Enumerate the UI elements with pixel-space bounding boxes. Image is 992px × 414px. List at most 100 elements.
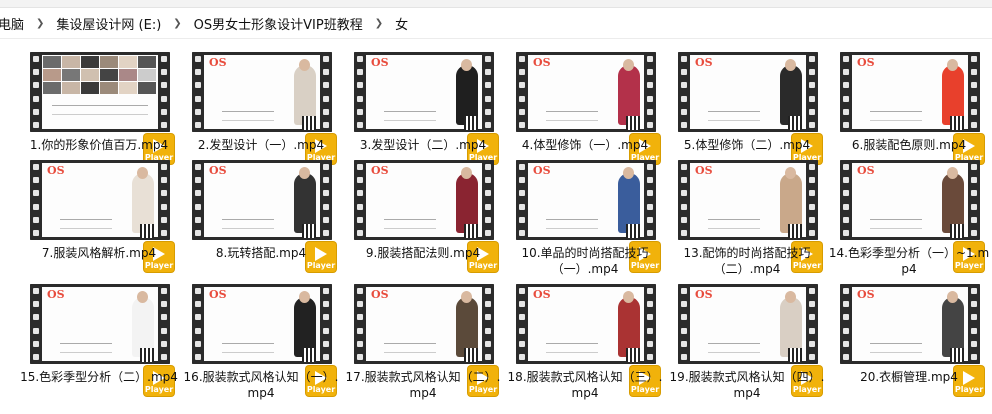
qr-code-icon — [302, 116, 316, 130]
file-name[interactable]: 10.单品的时尚搭配技巧（一）.mp4 — [504, 245, 666, 277]
file-item[interactable]: OS Player 2.发型设计（一）.mp4 — [186, 50, 336, 164]
model-head — [461, 291, 472, 303]
file-name[interactable]: 19.服装款式风格认知（四）.mp4 — [666, 369, 828, 401]
film-perforation-right — [482, 284, 494, 364]
video-thumbnail[interactable]: OS — [30, 160, 170, 240]
video-thumbnail[interactable]: OS — [354, 160, 494, 240]
file-item[interactable]: OS Player 6.服装配色原则.mp4 — [834, 50, 984, 164]
file-name[interactable]: 6.服装配色原则.mp4 — [828, 137, 990, 153]
qr-code-icon — [302, 224, 316, 238]
breadcrumb-course-folder[interactable]: OS男女士形象设计VIP班教程 — [190, 14, 367, 33]
file-item[interactable]: OS Player 5.体型修饰（二）.mp4 — [672, 50, 822, 164]
ribbon-strip — [0, 0, 992, 8]
video-thumbnail[interactable]: OS — [840, 160, 980, 240]
file-name[interactable]: 13.配饰的时尚搭配技巧（二）.mp4 — [666, 245, 828, 277]
video-thumbnail[interactable]: OS — [30, 284, 170, 364]
text-lines — [52, 105, 148, 115]
video-thumbnail[interactable]: OS — [840, 284, 980, 364]
file-name[interactable]: 1.你的形象价值百万.mp4 — [18, 137, 180, 153]
brand-mark: OS — [695, 56, 713, 69]
film-perforation-left — [678, 52, 690, 132]
film-perforation-left — [840, 52, 852, 132]
file-item[interactable]: OS Player 9.服装搭配法则.mp4 — [348, 158, 498, 272]
video-thumbnail[interactable]: OS — [840, 52, 980, 132]
file-item[interactable]: OS Player 20.衣橱管理.mp4 — [834, 282, 984, 396]
text-lines — [870, 111, 922, 121]
chevron-right-icon[interactable]: ❯ — [367, 18, 391, 29]
film-perforation-left — [516, 52, 528, 132]
text-lines — [708, 111, 760, 121]
player-label: Player — [144, 385, 174, 394]
file-item[interactable]: OS Player 10.单品的时尚搭配技巧（一）.mp4 — [510, 158, 660, 276]
model-head — [623, 167, 634, 179]
film-perforation-left — [30, 160, 42, 240]
video-thumbnail[interactable]: OS — [516, 284, 656, 364]
breadcrumb-drive[interactable]: 集设屋设计网 (E:) — [52, 14, 165, 33]
file-item[interactable]: OS Player 13.配饰的时尚搭配技巧（二）.mp4 — [672, 158, 822, 276]
file-item[interactable]: OS Player 15.色彩季型分析（二）.mp4 — [20, 282, 178, 396]
file-name[interactable]: 7.服装风格解析.mp4 — [18, 245, 180, 261]
film-perforation-right — [644, 160, 656, 240]
breadcrumb-current-folder[interactable]: 女 — [391, 14, 412, 33]
brand-mark: OS — [857, 288, 875, 301]
text-lines — [870, 219, 922, 229]
player-label: Player — [954, 385, 984, 394]
file-item[interactable]: OS Player 3.发型设计（二）.mp4 — [348, 50, 498, 164]
video-thumbnail[interactable]: OS — [192, 284, 332, 364]
file-item[interactable]: OS Player 19.服装款式风格认知（四）.mp4 — [670, 282, 824, 400]
video-thumbnail[interactable]: OS — [678, 284, 818, 364]
text-lines — [546, 219, 598, 229]
file-item[interactable]: OS Player 16.服装款式风格认知（一）.mp4 — [184, 282, 338, 400]
video-thumbnail[interactable]: OS — [678, 160, 818, 240]
text-lines — [546, 111, 598, 121]
file-item[interactable]: OS Player 18.服装款式风格认知（三）.mp4 — [508, 282, 662, 400]
qr-code-icon — [140, 348, 154, 362]
address-bar[interactable]: 电脑 ❯ 集设屋设计网 (E:) ❯ OS男女士形象设计VIP班教程 ❯ 女 — [0, 8, 992, 39]
file-item[interactable]: Player 1.你的形象价值百万.mp4 — [24, 50, 174, 164]
file-item[interactable]: OS Player 14.色彩季型分析（一）~1.mp4 — [829, 158, 989, 276]
brand-mark: OS — [533, 164, 551, 177]
breadcrumb-computer[interactable]: 电脑 — [0, 14, 28, 33]
video-thumbnail[interactable]: OS — [192, 52, 332, 132]
file-item[interactable]: OS Player 7.服装风格解析.mp4 — [24, 158, 174, 272]
video-thumbnail[interactable] — [30, 52, 170, 132]
file-item[interactable]: OS Player 8.玩转搭配.mp4 — [186, 158, 336, 272]
file-name[interactable]: 4.体型修饰（一）.mp4 — [504, 137, 666, 153]
model-head — [785, 291, 796, 303]
video-thumbnail[interactable]: OS — [678, 52, 818, 132]
file-name[interactable]: 16.服装款式风格认知（一）.mp4 — [180, 369, 342, 401]
file-name[interactable]: 17.服装款式风格认知（二）.mp4 — [342, 369, 504, 401]
player-label: Player — [306, 261, 336, 270]
video-thumbnail[interactable]: OS — [516, 52, 656, 132]
brand-mark: OS — [209, 56, 227, 69]
video-thumbnail[interactable]: OS — [192, 160, 332, 240]
file-name[interactable]: 5.体型修饰（二）.mp4 — [666, 137, 828, 153]
video-thumbnail[interactable]: OS — [354, 284, 494, 364]
brand-mark: OS — [695, 288, 713, 301]
text-lines — [384, 111, 436, 121]
file-name[interactable]: 2.发型设计（一）.mp4 — [180, 137, 342, 153]
file-name[interactable]: 18.服装款式风格认知（三）.mp4 — [504, 369, 666, 401]
file-name[interactable]: 8.玩转搭配.mp4 — [180, 245, 342, 261]
qr-code-icon — [626, 348, 640, 362]
model-head — [785, 59, 796, 71]
file-item[interactable]: OS Player 4.体型修饰（一）.mp4 — [510, 50, 660, 164]
film-perforation-left — [678, 284, 690, 364]
file-name[interactable]: 14.色彩季型分析（一）~1.mp4 — [828, 245, 990, 277]
file-name[interactable]: 15.色彩季型分析（二）.mp4 — [18, 369, 180, 385]
video-thumbnail[interactable]: OS — [354, 52, 494, 132]
model-head — [461, 59, 472, 71]
file-name[interactable]: 20.衣橱管理.mp4 — [828, 369, 990, 385]
file-name[interactable]: 3.发型设计（二）.mp4 — [342, 137, 504, 153]
qr-code-icon — [464, 116, 478, 130]
chevron-right-icon[interactable]: ❯ — [28, 18, 52, 29]
brand-mark: OS — [533, 56, 551, 69]
file-name[interactable]: 9.服装搭配法则.mp4 — [342, 245, 504, 261]
film-perforation-left — [516, 284, 528, 364]
chevron-right-icon[interactable]: ❯ — [165, 18, 189, 29]
qr-code-icon — [464, 348, 478, 362]
file-item[interactable]: OS Player 17.服装款式风格认知（二）.mp4 — [346, 282, 500, 400]
qr-code-icon — [464, 224, 478, 238]
video-thumbnail[interactable]: OS — [516, 160, 656, 240]
model-head — [947, 291, 958, 303]
